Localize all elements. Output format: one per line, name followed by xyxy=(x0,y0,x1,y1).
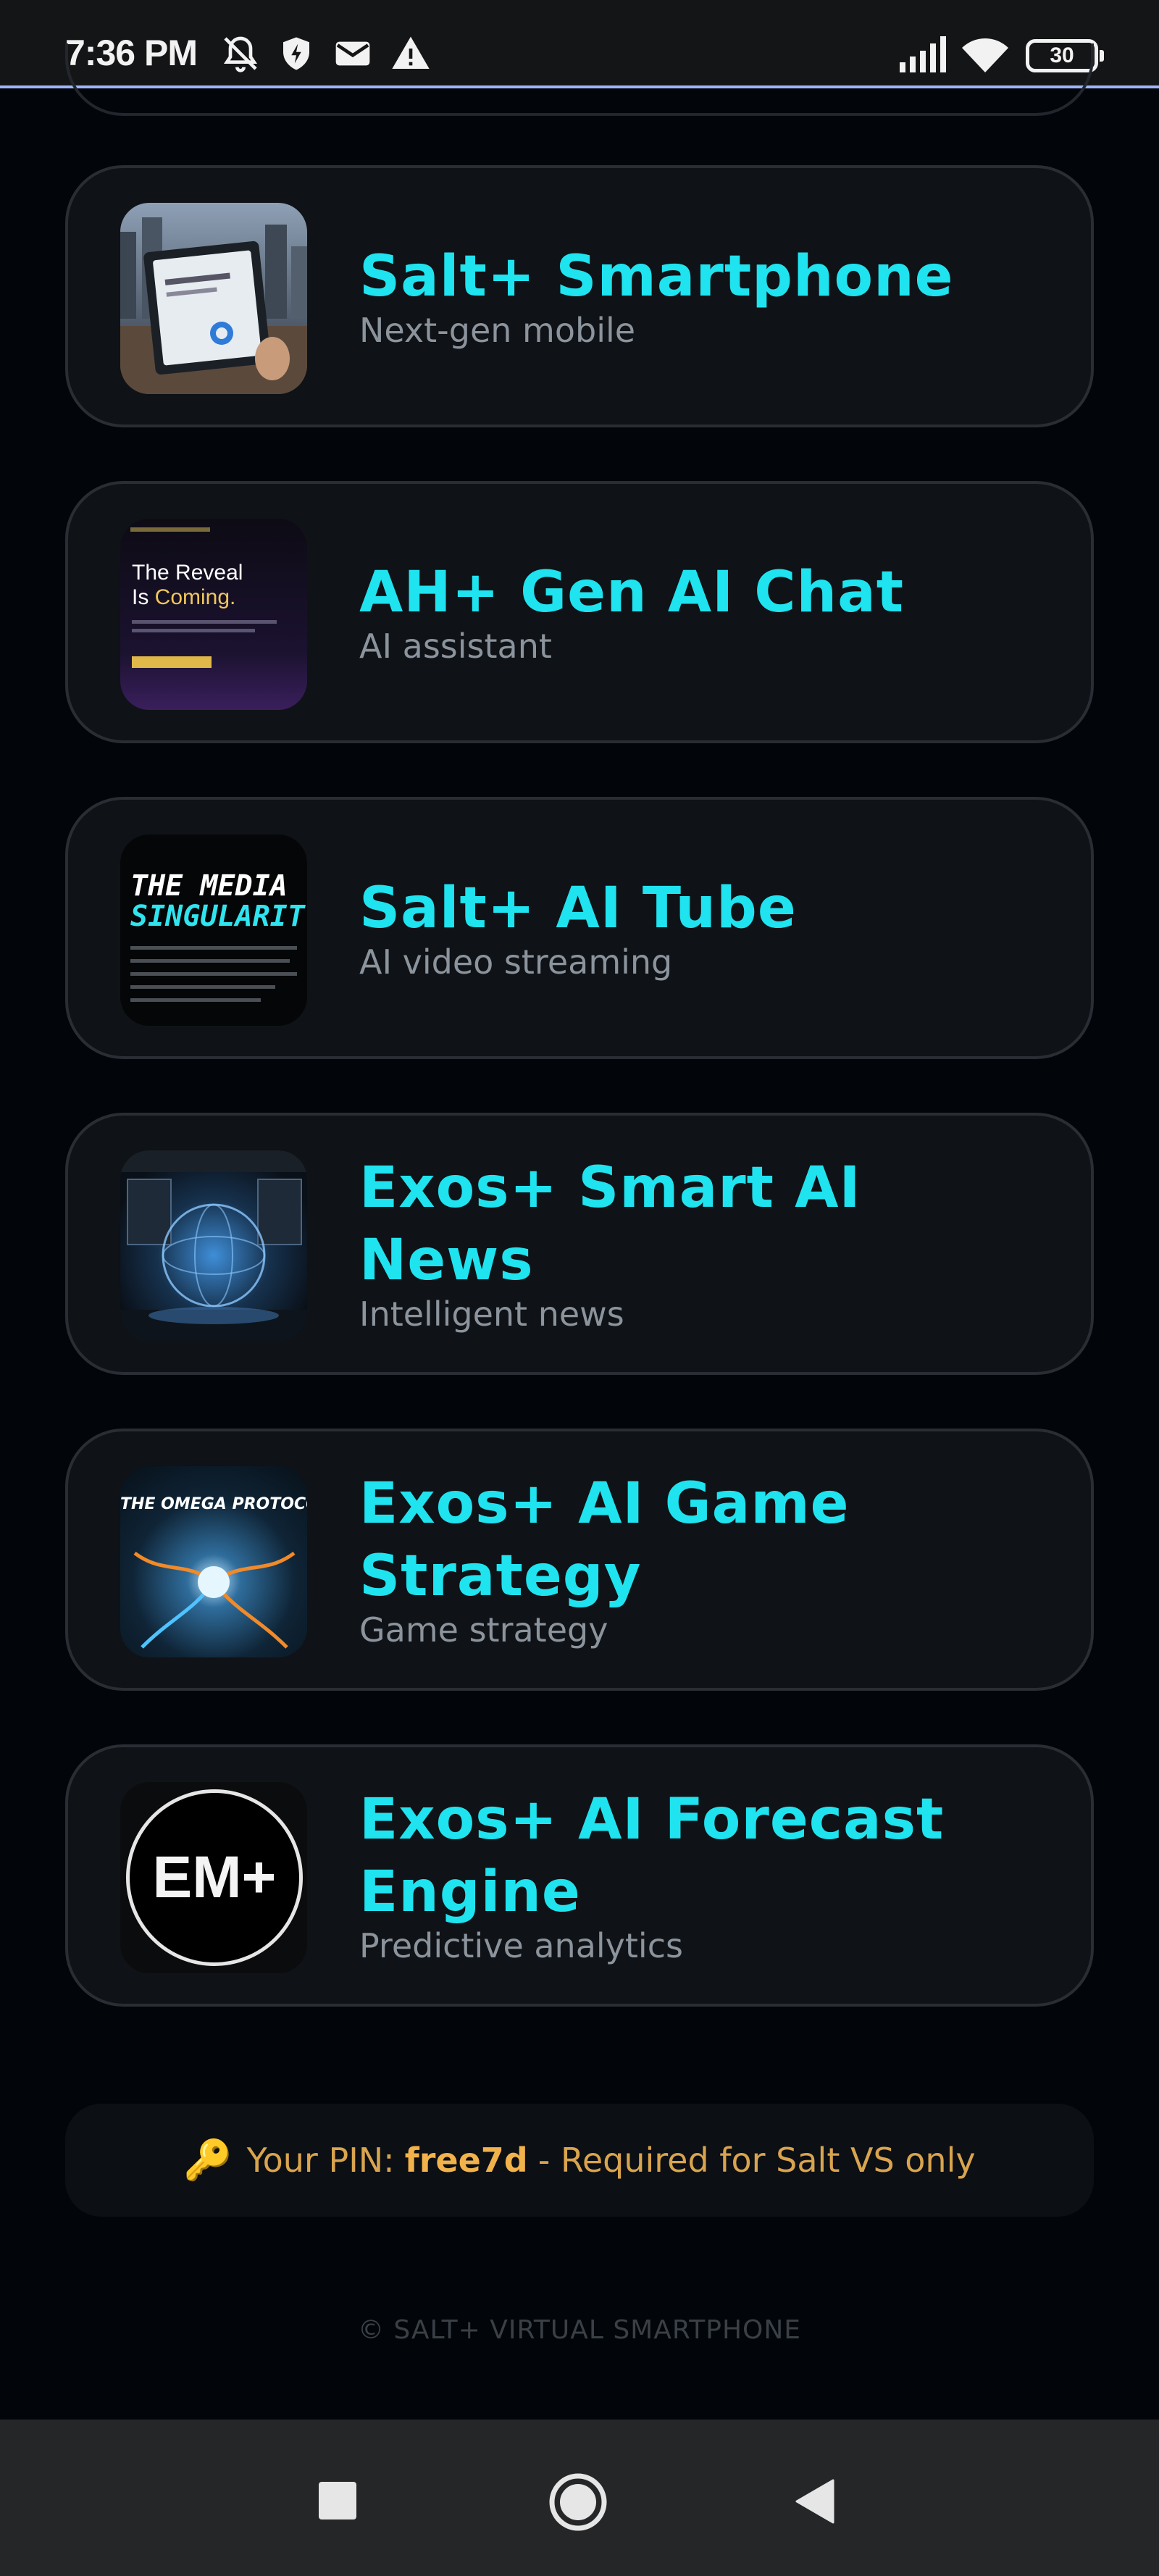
app-subtitle: Intelligent news xyxy=(359,1295,624,1334)
app-title: AH+ Gen AI Chat xyxy=(359,560,905,625)
pin-prefix: Your PIN: xyxy=(246,2141,395,2180)
app-card-ai-tube[interactable]: THE MEDIA SINGULARIT Salt+ AI Tube AI vi… xyxy=(65,797,1094,1059)
app-card-forecast-engine[interactable]: EM+ Exos+ AI Forecast Engine Predictive … xyxy=(65,1744,1094,2007)
app-card-gen-ai-chat[interactable]: The Reveal Is Coming. AH+ Gen AI Chat AI… xyxy=(65,481,1094,743)
thumbnail-text: THE OMEGA PROTOCOL xyxy=(120,1495,307,1513)
app-subtitle: Predictive analytics xyxy=(359,1926,683,1965)
recents-square-icon[interactable] xyxy=(317,2480,358,2521)
key-icon: 🔑 xyxy=(183,2137,233,2183)
app-subtitle: Next-gen mobile xyxy=(359,311,636,350)
back-triangle-icon[interactable] xyxy=(795,2479,834,2524)
pin-notice: 🔑 Your PIN: free7d - Required for Salt V… xyxy=(65,2104,1094,2217)
previous-card-edge xyxy=(65,43,1094,116)
app-title: Exos+ AI Forecast Engine xyxy=(359,1787,945,1925)
thumbnail-text: The Reveal xyxy=(132,561,243,585)
app-thumbnail: EM+ xyxy=(120,1782,307,1973)
home-circle-icon[interactable] xyxy=(548,2472,608,2533)
app-title: Exos+ Smart AI News xyxy=(359,1155,861,1293)
app-title: Salt+ Smartphone xyxy=(359,244,954,309)
pin-suffix: - Required for Salt VS only xyxy=(537,2141,976,2180)
app-thumbnail xyxy=(120,1150,307,1342)
app-title: Salt+ AI Tube xyxy=(359,876,797,941)
app-thumbnail: THE OMEGA PROTOCOL xyxy=(120,1466,307,1657)
navigation-bar xyxy=(0,2420,1159,2576)
app-thumbnail xyxy=(120,203,307,394)
app-thumbnail: THE MEDIA SINGULARIT xyxy=(120,835,307,1026)
app-card-smart-ai-news[interactable]: Exos+ Smart AI News Intelligent news xyxy=(65,1113,1094,1375)
app-title: Exos+ AI Game Strategy xyxy=(359,1471,850,1609)
thumbnail-text: Is xyxy=(132,585,155,609)
footer-copyright: © SALT+ VIRTUAL SMARTPHONE xyxy=(357,2315,802,2345)
pin-value: free7d xyxy=(404,2141,528,2180)
app-subtitle: AI video streaming xyxy=(359,942,673,982)
thumbnail-text-highlight: Coming. xyxy=(154,585,236,609)
app-card-game-strategy[interactable]: THE OMEGA PROTOCOL Exos+ AI Game Strateg… xyxy=(65,1429,1094,1691)
em-logo: EM+ xyxy=(126,1789,303,1966)
thumbnail-text: SINGULARIT xyxy=(130,900,305,933)
app-thumbnail: The Reveal Is Coming. xyxy=(120,519,307,710)
app-subtitle: AI assistant xyxy=(359,627,552,666)
thumbnail-text: THE MEDIA xyxy=(130,869,288,903)
app-card-salt-smartphone[interactable]: Salt+ Smartphone Next-gen mobile xyxy=(65,165,1094,427)
app-subtitle: Game strategy xyxy=(359,1610,608,1649)
